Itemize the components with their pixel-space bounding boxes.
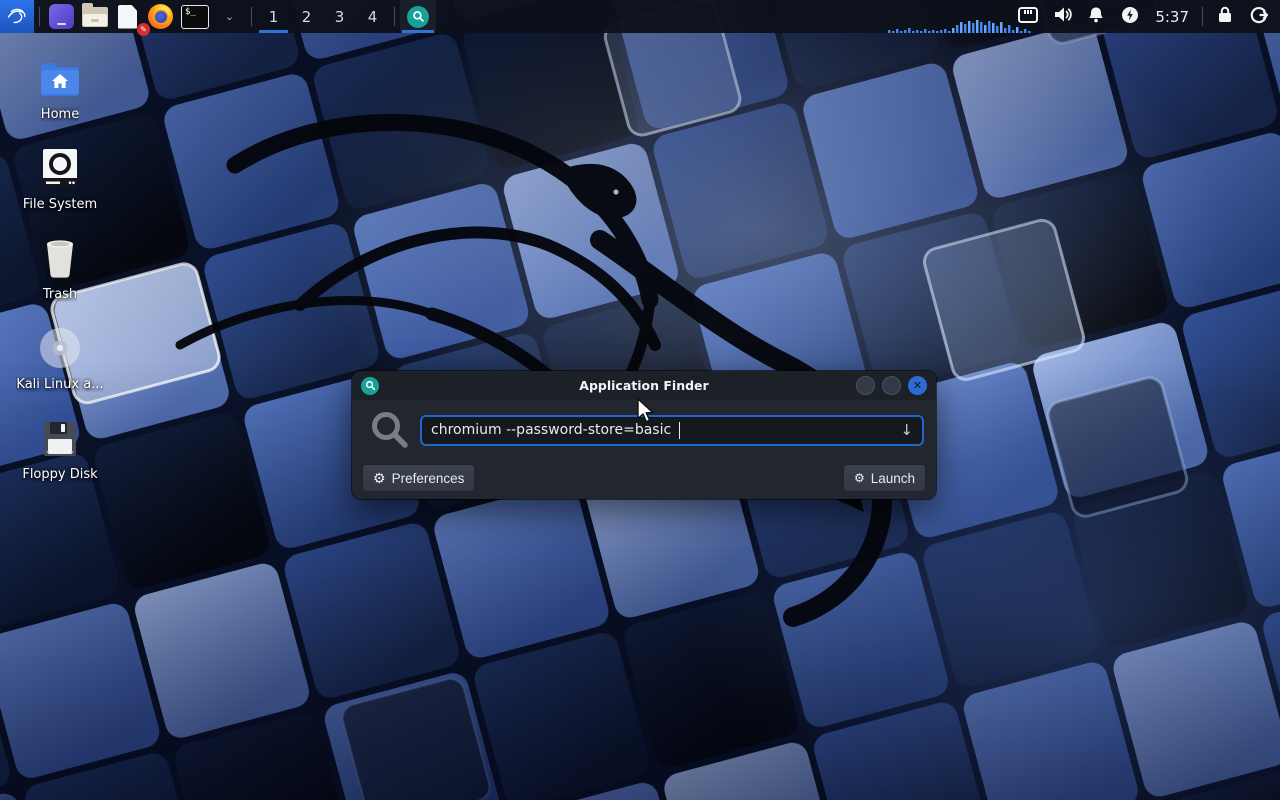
application-finder-window: Application Finder ✕ chromium --password… [352, 371, 936, 499]
desktop-icon-home[interactable]: Home [16, 56, 104, 122]
launch-button[interactable]: ⚙ Launch [843, 464, 926, 492]
maximize-button[interactable] [882, 376, 901, 395]
lock-icon [1217, 6, 1233, 27]
desktop-icon-label: File System [23, 197, 97, 212]
home-folder-icon [38, 56, 82, 100]
lock-screen-button[interactable] [1208, 0, 1242, 33]
gear-icon: ⚙ [373, 471, 386, 485]
desktop-icon-label: Floppy Disk [22, 467, 97, 482]
desktop: ✎ $_ ⌄ 1 2 3 4 [0, 0, 1280, 800]
launcher-app-window[interactable] [45, 0, 78, 33]
kali-logo-icon [5, 3, 29, 31]
preferences-button-label: Preferences [392, 471, 465, 486]
speaker-icon [1053, 6, 1072, 27]
workspace-4[interactable]: 4 [356, 0, 389, 33]
launcher-file-manager[interactable] [78, 0, 111, 33]
taskbar-application-finder[interactable] [400, 0, 436, 33]
logout-icon [1250, 6, 1268, 28]
top-panel: ✎ $_ ⌄ 1 2 3 4 [0, 0, 1280, 33]
audio-spectrum-decoration [888, 19, 1036, 33]
launcher-text-editor[interactable]: ✎ [111, 0, 144, 33]
search-icon [364, 408, 416, 452]
workspace-2[interactable]: 2 [290, 0, 323, 33]
command-input-value: chromium --password-store=basic [431, 422, 676, 438]
floppy-disk-icon [38, 416, 82, 460]
panel-separator [251, 7, 252, 26]
disc-icon [38, 326, 82, 370]
app-window-icon [49, 4, 74, 29]
desktop-icon-label: Home [41, 107, 79, 122]
terminal-dropdown-chevron-icon[interactable]: ⌄ [213, 0, 246, 33]
panel-separator [1202, 7, 1203, 26]
power-bolt-icon [1121, 6, 1139, 28]
text-caret [679, 422, 681, 439]
terminal-icon: $_ [181, 5, 209, 29]
notifications-tray-button[interactable] [1079, 0, 1113, 33]
desktop-icon-label: Kali Linux a... [16, 377, 103, 392]
kali-menu-button[interactable] [0, 0, 34, 33]
firefox-icon [148, 4, 173, 29]
clock[interactable]: 5:37 [1147, 0, 1197, 33]
bell-icon [1088, 6, 1104, 27]
titlebar[interactable]: Application Finder ✕ [352, 371, 936, 400]
workspace-3[interactable]: 3 [323, 0, 356, 33]
hard-drive-icon [38, 146, 82, 190]
panel-separator [394, 7, 395, 26]
logout-button[interactable] [1242, 0, 1276, 33]
document-icon [118, 5, 137, 29]
command-input[interactable]: chromium --password-store=basic ↓ [420, 415, 924, 446]
launcher-firefox[interactable] [144, 0, 177, 33]
workspace-1[interactable]: 1 [257, 0, 290, 33]
desktop-icon-kali-cd[interactable]: Kali Linux a... [16, 326, 104, 392]
window-title: Application Finder [352, 378, 936, 393]
desktop-icon-file-system[interactable]: File System [16, 146, 104, 212]
desktop-icon-floppy[interactable]: Floppy Disk [16, 416, 104, 482]
window-icon [361, 377, 379, 395]
trash-icon [38, 236, 82, 280]
desktop-icon-trash[interactable]: Trash [16, 236, 104, 302]
preferences-button[interactable]: ⚙ Preferences [362, 464, 475, 492]
panel-separator [39, 7, 40, 26]
folder-icon [82, 7, 108, 27]
power-manager-tray-button[interactable] [1113, 0, 1147, 33]
launcher-terminal[interactable]: $_ [177, 0, 213, 33]
minimize-button[interactable] [856, 376, 875, 395]
desktop-icon-list: Home File System [16, 56, 104, 482]
close-button[interactable]: ✕ [908, 376, 927, 395]
launch-gear-icon: ⚙ [854, 472, 865, 484]
volume-tray-button[interactable] [1045, 0, 1079, 33]
application-finder-icon [407, 6, 429, 28]
launch-button-label: Launch [871, 471, 915, 486]
desktop-icon-label: Trash [43, 287, 77, 302]
dropdown-arrow-icon[interactable]: ↓ [900, 421, 913, 439]
